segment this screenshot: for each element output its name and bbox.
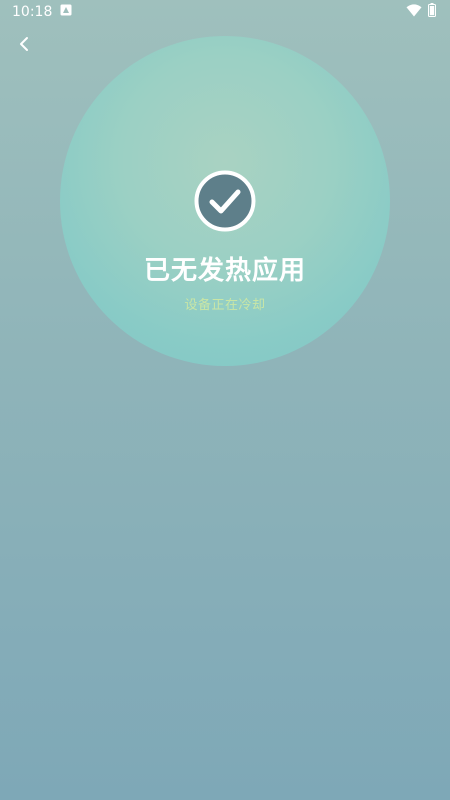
wifi-icon <box>406 3 422 21</box>
status-right <box>406 3 450 21</box>
status-bar: 10:18 <box>0 0 450 24</box>
result-title: 已无发热应用 <box>143 256 306 286</box>
result-subtitle: 设备正在冷却 <box>184 298 266 313</box>
a-badge-icon <box>60 4 72 20</box>
status-left: 10:18 <box>0 4 72 20</box>
status-time: 10:18 <box>12 4 53 20</box>
back-button[interactable] <box>10 32 38 60</box>
battery-icon <box>428 3 436 21</box>
chevron-left-icon <box>18 36 30 56</box>
check-circle-icon <box>194 170 256 232</box>
